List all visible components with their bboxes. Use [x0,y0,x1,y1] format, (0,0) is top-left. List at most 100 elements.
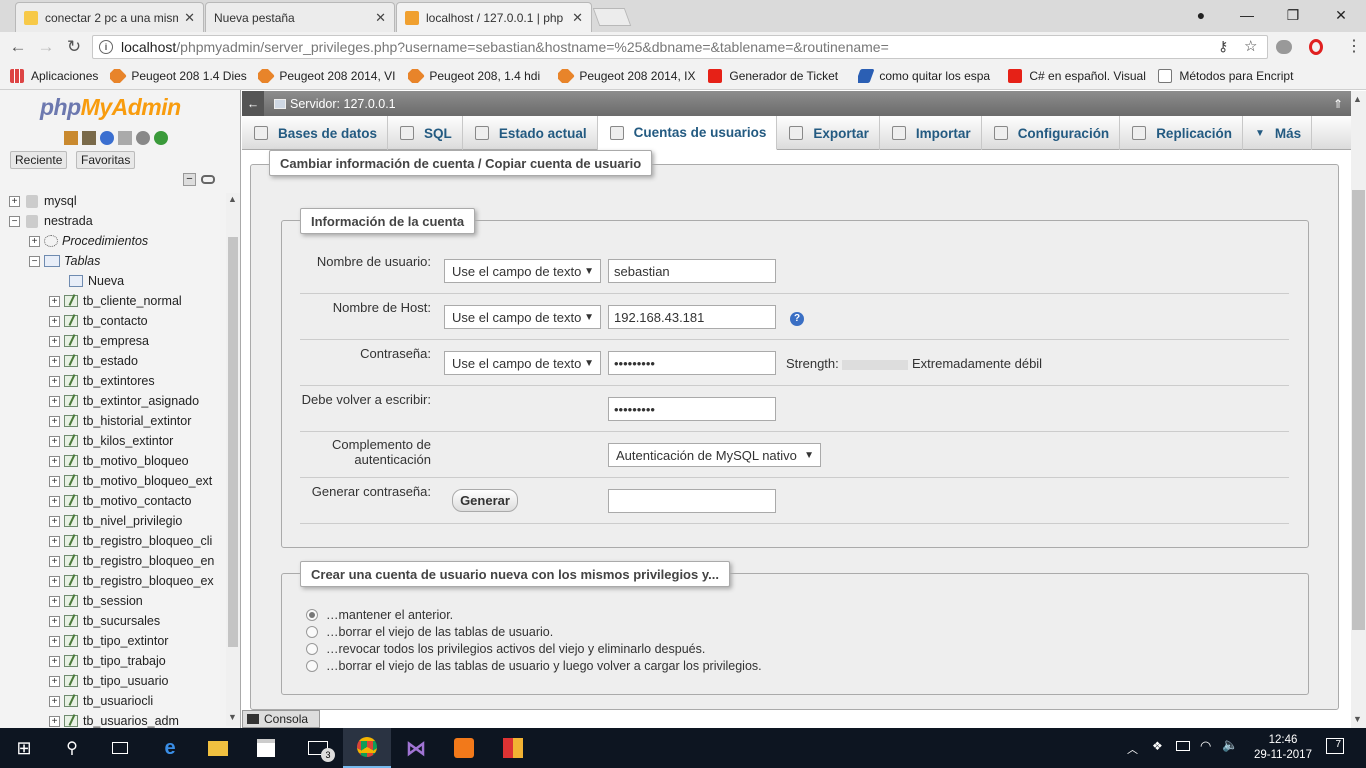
star-icon[interactable]: ☆ [1244,37,1257,55]
menu-icon[interactable]: ⋮ [1346,36,1362,56]
expand-icon[interactable]: + [49,355,60,367]
bookmark-item[interactable]: Métodos para Encript [1158,68,1296,83]
tree-db-nestrada[interactable]: − nestrada [9,211,227,231]
close-tab-icon[interactable]: ✕ [375,10,386,26]
browser-tab-2[interactable]: Nueva pestaña ✕ [205,2,395,32]
tab-settings[interactable]: Configuración [982,116,1121,150]
expand-icon[interactable]: + [49,455,60,467]
option-keep-old[interactable]: …mantener el anterior. [306,608,762,622]
collapse-panel-icon[interactable]: ← [242,91,264,116]
expand-icon[interactable]: + [49,375,60,387]
tree-table-item[interactable]: + tb_nivel_privilegio [9,511,227,531]
tab-more[interactable]: ▼ Más [1243,116,1313,150]
host-select[interactable]: Use el campo de texto ▼ [444,305,601,329]
radio[interactable] [306,626,318,638]
generated-password-input[interactable] [608,489,776,513]
expand-icon[interactable]: + [49,295,60,307]
expand-icon[interactable]: + [49,575,60,587]
close-window-button[interactable]: ✕ [1318,0,1364,30]
tree-table-item[interactable]: + tb_estado [9,351,227,371]
tab-export[interactable]: Exportar [777,116,880,150]
opera-extension-icon[interactable] [1309,39,1323,55]
tree-table-item[interactable]: + tb_motivo_bloqueo [9,451,227,471]
expand-icon[interactable]: + [49,555,60,567]
tree-table-item[interactable]: + tb_registro_bloqueo_en [9,551,227,571]
scroll-down-icon[interactable]: ▼ [1353,714,1362,724]
task-view-button[interactable] [96,728,144,768]
address-bar[interactable]: i localhost/phpmyadmin/server_privileges… [92,35,1268,59]
host-input[interactable]: 192.168.43.181 [608,305,776,329]
generate-button[interactable]: Generar [452,489,518,512]
tree-table-item[interactable]: + tb_empresa [9,331,227,351]
extension-icon[interactable] [1276,40,1292,54]
scroll-up-icon[interactable]: ▲ [1353,94,1362,104]
option-delete-reload[interactable]: …borrar el viejo de las tablas de usuari… [306,659,762,673]
tree-table-item[interactable]: + tb_usuariocli [9,691,227,711]
expand-icon[interactable]: + [49,715,60,727]
tree-table-item[interactable]: + tb_extintores [9,371,227,391]
reload-icon[interactable]: ↻ [62,36,86,58]
back-icon[interactable]: ← [6,36,30,58]
battery-icon[interactable] [1176,741,1190,751]
expand-icon[interactable]: + [49,495,60,507]
radio[interactable] [306,660,318,672]
tree-table-item[interactable]: + tb_registro_bloqueo_cli [9,531,227,551]
tree-new-table[interactable]: Nueva [9,271,227,291]
maximize-button[interactable]: ❐ [1270,0,1316,30]
expand-icon[interactable]: + [49,395,60,407]
mail-button[interactable]: 3 [294,728,342,768]
show-hidden-icons[interactable]: ︿ [1127,741,1138,757]
tree-table-item[interactable]: + tb_sucursales [9,611,227,631]
wifi-icon[interactable]: ◠ [1200,738,1211,754]
expand-icon[interactable]: + [49,635,60,647]
tree-table-item[interactable]: + tb_cliente_normal [9,291,227,311]
xampp-button[interactable] [440,728,488,768]
expand-icon[interactable]: + [49,675,60,687]
bookmark-item[interactable]: Peugeot 208 2014, VI [258,68,398,83]
collapse-icon[interactable]: − [29,255,40,267]
expand-icon[interactable]: + [49,615,60,627]
search-button[interactable]: ⚲ [48,728,96,768]
expand-icon[interactable]: + [49,435,60,447]
dropbox-icon[interactable]: ❖ [1152,739,1163,753]
server-label[interactable]: Servidor: 127.0.0.1 [290,97,396,111]
bookmark-apps[interactable]: Aplicaciones [10,68,98,83]
tree-table-item[interactable]: + tb_motivo_bloqueo_ext [9,471,227,491]
expand-icon[interactable]: + [49,315,60,327]
radio[interactable] [306,643,318,655]
tree-db-mysql[interactable]: + mysql [9,191,227,211]
tree-table-item[interactable]: + tb_registro_bloqueo_ex [9,571,227,591]
home-icon[interactable] [64,131,78,145]
expand-icon[interactable]: + [49,515,60,527]
edge-button[interactable]: e [146,728,194,768]
expand-icon[interactable]: + [29,235,40,247]
tab-status[interactable]: Estado actual [463,116,598,150]
forward-icon[interactable]: → [34,36,58,58]
tab-user-accounts[interactable]: Cuentas de usuarios [597,116,778,150]
expand-icon[interactable]: + [49,595,60,607]
password-select[interactable]: Use el campo de texto ▼ [444,351,601,375]
auth-plugin-select[interactable]: Autenticación de MySQL nativo ▼ [608,443,821,467]
bookmark-item[interactable]: Generador de Ticket [708,68,848,83]
action-center-icon[interactable]: 7 [1326,738,1344,754]
browser-tab-3[interactable]: localhost / 127.0.0.1 | php ✕ [396,2,592,32]
expand-icon[interactable]: + [49,415,60,427]
tree-table-item[interactable]: + tb_session [9,591,227,611]
phpmyadmin-logo[interactable]: phpMyAdmin [40,94,181,121]
file-explorer-button[interactable] [194,728,242,768]
tree-table-item[interactable]: + tb_motivo_contacto [9,491,227,511]
option-delete-old[interactable]: …borrar el viejo de las tablas de usuari… [306,625,762,639]
logout-icon[interactable] [82,131,96,145]
expand-icon[interactable]: + [49,335,60,347]
username-select[interactable]: Use el campo de texto ▼ [444,259,601,283]
chrome-button[interactable] [343,728,391,768]
bookmark-item[interactable]: C# en español. Visual [1008,68,1148,83]
option-revoke-delete[interactable]: …revocar todos los privilegios activos d… [306,642,762,656]
bookmark-item[interactable]: Peugeot 208 1.4 Dies [110,68,248,83]
scroll-up-icon[interactable]: ▲ [228,194,237,204]
radio-selected[interactable] [306,609,318,621]
info-icon[interactable]: i [99,40,113,54]
minimize-button[interactable]: — [1224,0,1270,30]
expand-icon[interactable]: + [49,535,60,547]
expand-icon[interactable]: + [49,655,60,667]
